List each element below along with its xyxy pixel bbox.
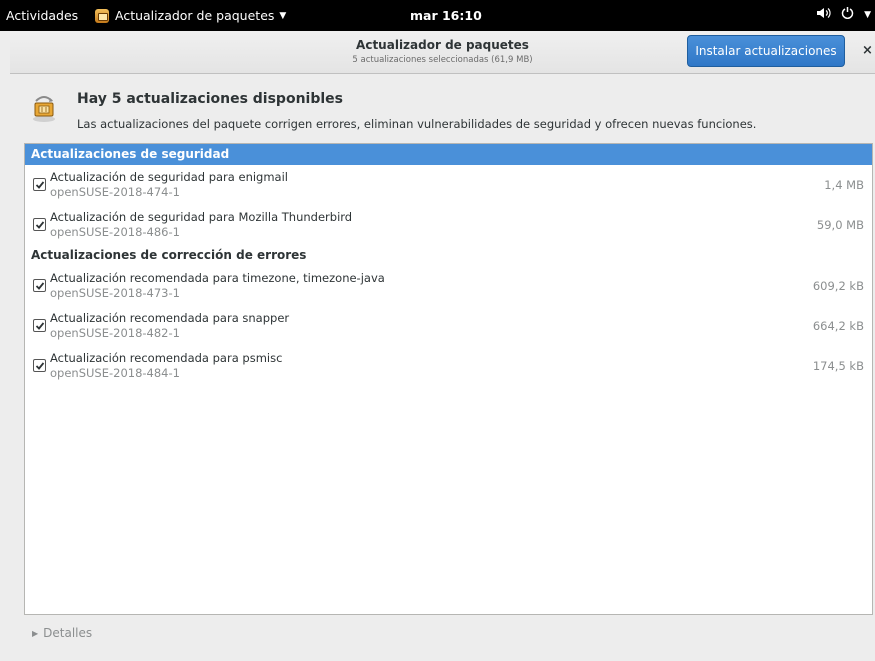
activities-button[interactable]: Actividades xyxy=(6,8,78,23)
list-item[interactable]: Actualización de seguridad para enigmail… xyxy=(25,166,872,206)
list-item[interactable]: Actualización de seguridad para Mozilla … xyxy=(25,206,872,246)
update-id: openSUSE-2018-484-1 xyxy=(50,366,180,380)
update-name: Actualización recomendada para snapper xyxy=(50,311,290,325)
update-id: openSUSE-2018-482-1 xyxy=(50,326,180,340)
header-bar: Actualizador de paquetes 5 actualizacion… xyxy=(10,31,875,74)
update-name: Actualización de seguridad para enigmail xyxy=(50,170,288,184)
install-updates-button[interactable]: Instalar actualizaciones xyxy=(687,35,845,67)
list-item[interactable]: Actualización recomendada para psmisc op… xyxy=(25,347,872,387)
update-size: 664,2 kB xyxy=(812,319,864,333)
section-header-security[interactable]: Actualizaciones de seguridad xyxy=(25,144,872,165)
update-id: openSUSE-2018-474-1 xyxy=(50,185,180,199)
update-checkbox[interactable] xyxy=(33,279,46,292)
update-name: Actualización de seguridad para Mozilla … xyxy=(50,210,353,224)
package-updater-icon xyxy=(30,93,58,123)
update-name: Actualización recomendada para psmisc xyxy=(50,351,283,365)
update-id: openSUSE-2018-473-1 xyxy=(50,286,180,300)
clock[interactable]: mar 16:10 xyxy=(410,8,482,23)
update-size: 1,4 MB xyxy=(824,178,864,192)
update-checkbox[interactable] xyxy=(33,218,46,231)
section-header-bugfix: Actualizaciones de corrección de errores xyxy=(31,248,307,262)
app-menu-label: Actualizador de paquetes xyxy=(115,8,275,23)
app-menu[interactable]: Actualizador de paquetes ▼ xyxy=(95,8,286,23)
update-checkbox[interactable] xyxy=(33,319,46,332)
update-id: openSUSE-2018-486-1 xyxy=(50,225,180,239)
details-label: Detalles xyxy=(43,626,93,640)
volume-icon[interactable] xyxy=(817,7,831,23)
chevron-down-icon: ▼ xyxy=(279,10,287,21)
update-size: 174,5 kB xyxy=(812,359,864,373)
top-bar: Actividades Actualizador de paquetes ▼ m… xyxy=(0,0,875,31)
list-item[interactable]: Actualización recomendada para snapper o… xyxy=(25,307,872,347)
package-updater-icon xyxy=(95,8,109,23)
chevron-down-icon[interactable]: ▼ xyxy=(864,10,871,20)
update-list: Actualizaciones de seguridad Actualizaci… xyxy=(24,143,873,615)
updates-description: Las actualizaciones del paquete corrigen… xyxy=(77,117,757,131)
update-name: Actualización recomendada para timezone,… xyxy=(50,271,385,285)
list-item[interactable]: Actualización recomendada para timezone,… xyxy=(25,267,872,307)
triangle-right-icon: ▶ xyxy=(32,628,39,638)
close-icon[interactable]: × xyxy=(862,43,873,58)
update-size: 59,0 MB xyxy=(816,218,864,232)
update-checkbox[interactable] xyxy=(33,178,46,191)
system-tray[interactable]: ▼ xyxy=(817,6,871,23)
update-checkbox[interactable] xyxy=(33,359,46,372)
details-expander[interactable]: ▶ Detalles xyxy=(32,626,92,640)
update-size: 609,2 kB xyxy=(812,279,864,293)
updates-available-title: Hay 5 actualizaciones disponibles xyxy=(77,91,343,107)
power-icon[interactable] xyxy=(841,6,854,23)
